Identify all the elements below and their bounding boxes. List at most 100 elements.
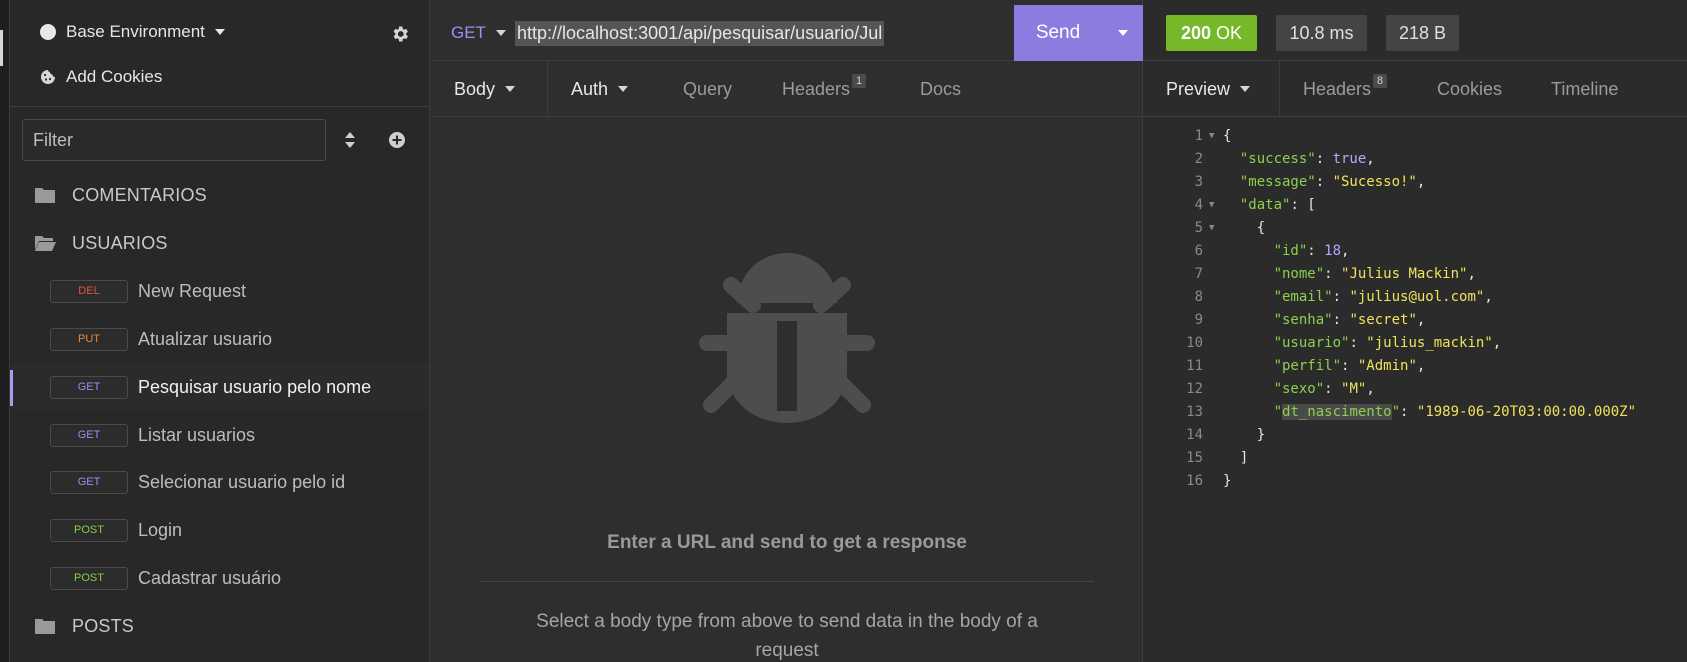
folder-label: USUARIOS — [72, 232, 168, 253]
filter-input[interactable] — [23, 120, 325, 160]
tab-timeline[interactable]: Timeline — [1551, 61, 1618, 117]
code-line: 4 ▼ "data": [ — [1194, 196, 1316, 213]
folder-posts[interactable]: POSTS — [10, 603, 429, 649]
code-line: 3 "message": "Sucesso!", — [1194, 173, 1426, 190]
response-size-badge: 218 B — [1386, 15, 1459, 51]
empty-state-divider — [479, 581, 1094, 582]
tab-response-headers[interactable]: Headers 8 — [1303, 61, 1388, 117]
status-code: 200 — [1180, 22, 1212, 43]
request-item-selected[interactable]: GET Pesquisar usuario pelo nome — [10, 364, 429, 410]
method-badge: GET — [50, 423, 128, 447]
folder-comentarios[interactable]: COMENTARIOS — [10, 172, 429, 218]
chevron-down-icon — [505, 86, 516, 92]
json-dt-nascimento-value: "1989-06-20T03:00:00.000Z" — [1416, 403, 1637, 420]
code-line: 9 "senha": "secret", — [1194, 311, 1426, 328]
method-badge: PUT — [50, 327, 128, 351]
tab-label: Body — [454, 78, 496, 99]
request-item[interactable]: DEL New Request — [10, 268, 429, 314]
empty-state-title: Enter a URL and send to get a response — [607, 532, 967, 553]
json-sexo-value: "M" — [1341, 380, 1367, 397]
headers-count-badge: 8 — [1373, 74, 1388, 88]
code-line: 10 "usuario": "julius_mackin", — [1186, 334, 1502, 351]
code-line: 11 "perfil": "Admin", — [1186, 357, 1426, 374]
tab-label: Timeline — [1551, 78, 1619, 99]
chevron-down-icon — [214, 29, 225, 35]
tab-label: Auth — [571, 78, 609, 99]
sort-icon[interactable] — [342, 131, 358, 149]
method-badge: POST — [50, 566, 128, 590]
url-input[interactable]: http://localhost:3001/api/pesquisar/usua… — [515, 18, 885, 48]
chevron-down-icon — [618, 86, 629, 92]
request-tabs: Body Auth Query Headers 1 Docs — [431, 61, 1143, 117]
json-success-value: true — [1332, 150, 1367, 167]
tab-label: Preview — [1166, 78, 1231, 99]
environment-label: Base Environment — [66, 22, 205, 41]
status-text: OK — [1216, 22, 1243, 43]
json-nome-value: "Julius Mackin" — [1341, 265, 1468, 282]
code-line: 16} — [1186, 472, 1232, 489]
request-item[interactable]: GET Selecionar usuario pelo id — [10, 459, 429, 505]
tab-cookies[interactable]: Cookies — [1437, 61, 1502, 117]
json-senha-value: "secret" — [1349, 311, 1417, 328]
folder-label: COMENTARIOS — [72, 184, 207, 205]
empty-state-subtitle: Select a body type from above to send da… — [536, 611, 1038, 661]
response-json-viewer[interactable]: 1 ▼{ 2 "success": true, 3 "message": "Suc… — [1143, 124, 1687, 492]
headers-count-badge: 1 — [852, 74, 867, 88]
app-rail — [0, 0, 10, 662]
response-tabs: Preview Headers 8 Cookies Timeline — [1143, 61, 1687, 117]
method-badge: GET — [50, 375, 128, 399]
code-line: 8 "email": "julius@uol.com", — [1194, 288, 1493, 305]
environment-selector[interactable]: Base Environment — [40, 22, 225, 42]
request-item[interactable]: GET Listar usuarios — [10, 412, 429, 458]
send-options-button[interactable] — [1102, 30, 1143, 36]
tab-label: Headers — [782, 78, 851, 99]
request-label: Listar usuarios — [138, 424, 256, 445]
tab-auth[interactable]: Auth — [571, 61, 629, 117]
response-status-bar: 200 OK 10.8 ms 218 B — [1143, 5, 1687, 61]
tab-body[interactable]: Body — [454, 61, 516, 117]
code-line: 13 "dt_nascimento": "1989-06-20T03:00:00… — [1186, 403, 1637, 420]
sidebar-divider — [10, 106, 429, 107]
response-pane: 200 OK 10.8 ms 218 B Preview Headers 8 C… — [1143, 0, 1687, 662]
add-circle-icon[interactable] — [387, 130, 407, 150]
cookie-icon — [41, 70, 55, 84]
chevron-down-icon — [1117, 30, 1128, 36]
add-cookies-label: Add Cookies — [66, 67, 163, 86]
code-line: 15 ] — [1186, 449, 1249, 466]
folder-usuarios[interactable]: USUARIOS — [10, 220, 429, 266]
json-email-value: "julius@uol.com" — [1349, 288, 1485, 305]
request-label: Selecionar usuario pelo id — [138, 471, 346, 492]
request-label: Atualizar usuario — [138, 328, 273, 349]
chevron-down-icon — [1240, 86, 1251, 92]
tab-label: Cookies — [1437, 78, 1503, 99]
request-item[interactable]: POST Login — [10, 507, 429, 553]
environment-dot-icon — [40, 24, 56, 40]
tab-query[interactable]: Query — [683, 61, 732, 117]
code-line: 5 ▼ { — [1194, 219, 1266, 236]
request-item[interactable]: POST Cadastrar usuário — [10, 555, 429, 601]
url-text: http://localhost:3001/api/pesquisar/usua… — [515, 20, 885, 46]
tab-docs[interactable]: Docs — [920, 61, 961, 117]
code-line: 7 "nome": "Julius Mackin", — [1194, 265, 1476, 282]
tab-headers[interactable]: Headers 1 — [782, 61, 867, 117]
chevron-down-icon — [495, 30, 506, 36]
folder-icon — [35, 188, 55, 203]
request-item[interactable]: PUT Atualizar usuario — [10, 316, 429, 362]
code-line: 2 "success": true, — [1194, 150, 1375, 167]
send-button[interactable]: Send — [1014, 5, 1143, 61]
method-selector[interactable]: GET — [451, 23, 506, 43]
json-message-value: "Sucesso!" — [1332, 173, 1417, 190]
code-line: 14 } — [1186, 426, 1266, 443]
tab-preview[interactable]: Preview — [1166, 61, 1251, 117]
json-perfil-value: "Admin" — [1357, 357, 1417, 374]
gear-icon[interactable] — [390, 24, 410, 44]
status-badge: 200 OK — [1166, 15, 1257, 51]
method-label: GET — [451, 23, 486, 42]
json-usuario-value: "julius_mackin" — [1366, 334, 1493, 351]
filter-box — [22, 119, 326, 161]
bug-icon — [699, 253, 875, 423]
method-badge: DEL — [50, 279, 128, 303]
folder-label: POSTS — [72, 615, 135, 636]
add-cookies-button[interactable]: Add Cookies — [40, 67, 162, 87]
request-label: Pesquisar usuario pelo nome — [138, 376, 372, 397]
